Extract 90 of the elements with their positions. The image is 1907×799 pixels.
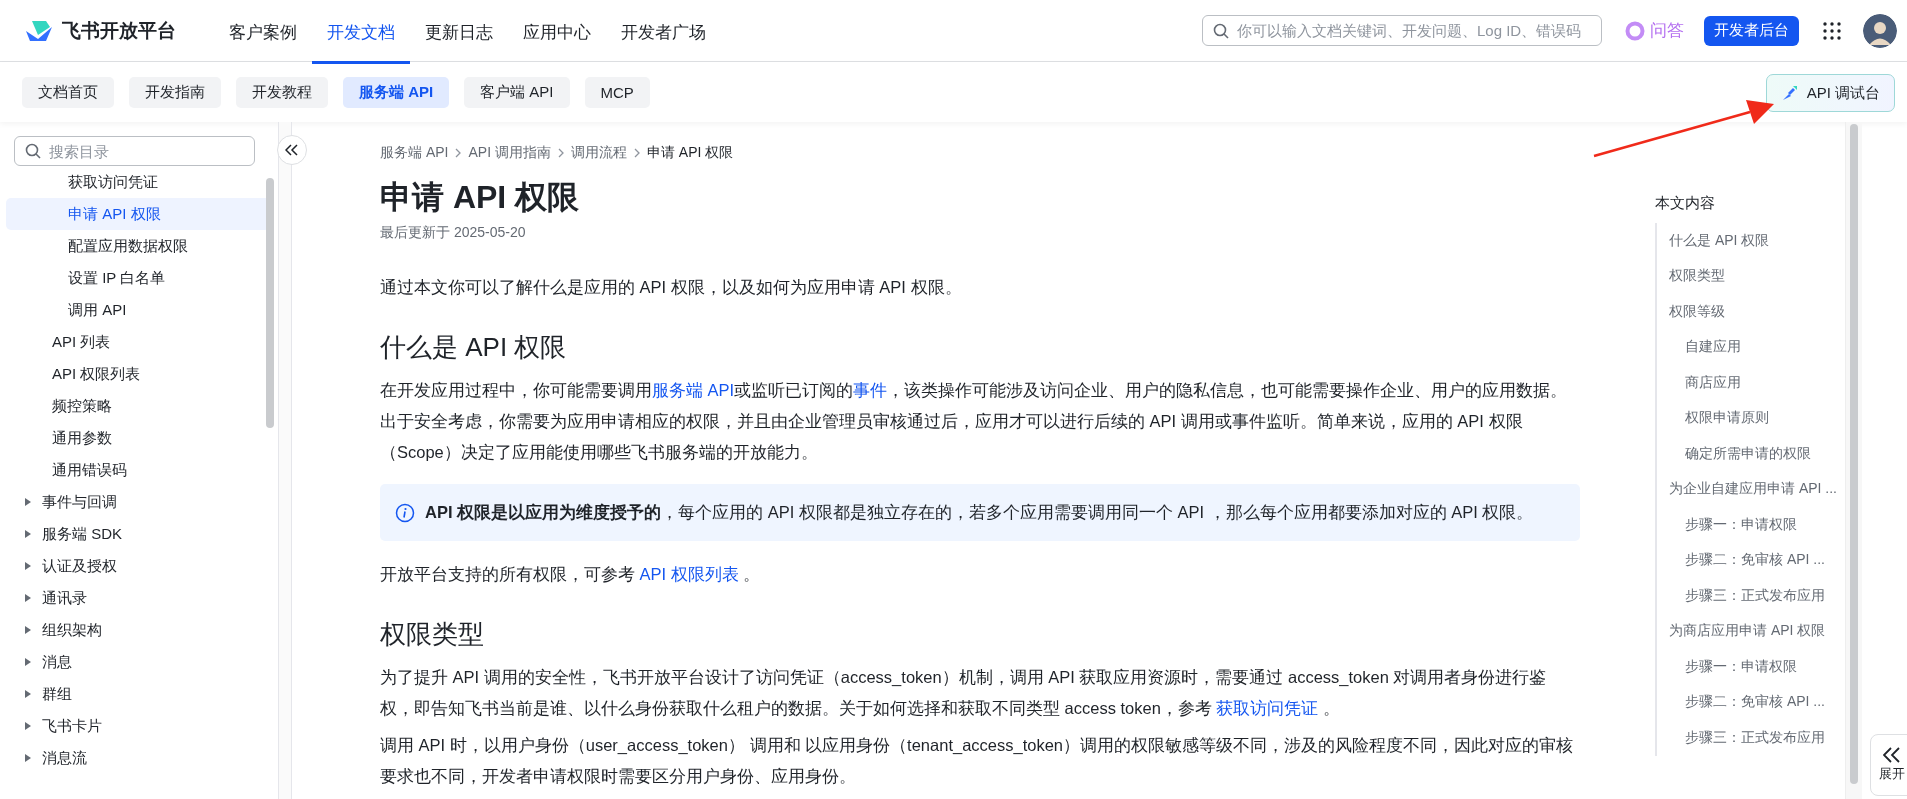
chevron-right-icon <box>454 147 463 159</box>
doc-tab[interactable]: 开发指南 <box>129 76 221 108</box>
sidebar-item[interactable]: API 列表 <box>6 326 270 358</box>
sidebar-item[interactable]: 频控策略 <box>6 390 270 422</box>
apps-grid-icon[interactable] <box>1823 21 1841 40</box>
info-icon <box>395 502 415 523</box>
double-chevron-left-icon <box>285 144 299 156</box>
section-heading: 权限类型 <box>380 618 485 651</box>
sidebar-item[interactable]: 事件与回调 <box>6 486 270 518</box>
breadcrumb-link[interactable]: API 调用指南 <box>468 144 551 162</box>
toc-link[interactable]: 什么是 API 权限 <box>1657 223 1845 259</box>
caret-right-icon[interactable] <box>24 753 32 763</box>
intro-paragraph: 通过本文你可以了解什么是应用的 API 权限，以及如何为应用申请 API 权限。 <box>380 277 963 298</box>
double-chevron-left-icon <box>1883 747 1901 763</box>
text-link[interactable]: 事件 <box>853 381 888 399</box>
body-paragraph: 开放平台支持的所有权限，可参考 API 权限列表 。 <box>380 564 762 585</box>
toc-link[interactable]: 确定所需申请的权限 <box>1657 436 1845 472</box>
breadcrumb-link[interactable]: 服务端 API <box>380 144 449 162</box>
sidebar-item[interactable]: 服务端 SDK <box>6 518 270 550</box>
text-link[interactable]: 服务端 API <box>652 381 735 399</box>
search-field[interactable]: 你可以输入文档关键词、开发问题、Log ID、错误码 <box>1202 15 1602 46</box>
toc-link[interactable]: 步骤二：免审核 API ... <box>1657 542 1845 578</box>
toc-link[interactable]: 为企业自建应用申请 API ... <box>1657 471 1845 507</box>
toc-link[interactable]: 商店应用 <box>1657 365 1845 401</box>
page-title: 申请 API 权限 <box>380 178 581 217</box>
sidebar-search-field[interactable]: 搜索目录 <box>14 136 255 166</box>
sidebar-item[interactable]: 通用错误码 <box>6 454 270 486</box>
scrollbar-thumb[interactable] <box>1850 124 1858 784</box>
doc-tab[interactable]: MCP <box>584 76 650 108</box>
body-paragraph: 在开发应用过程中，你可能需要调用服务端 API或监听已订阅的事件，该类操作可能涉及访问企业、用户的隐私信息，也可能需要操作企业、用户的应用数据。出于安全考虑，你需要为应用申请相应的权限，并且由企业管理员审核通过后，应用才可以进行后续的 API 调用或事件监听。简单来说，应用的 API 权限（Scope）决定了应用能使用哪些飞书服务端的开放能力。 <box>380 380 1569 463</box>
body-paragraph: 调用 API 时，以用户身份（user_access_token） 调用和 以应用身份（tenant_access_token）调用的权限敏感等级不同，涉及的风险程度不同，因此对应的审核要求也不同，开发者申请权限时需要区分用户身份、应用身份。 <box>380 735 1575 787</box>
sidebar-item[interactable]: 群组 <box>6 678 270 710</box>
sidebar-item[interactable]: 组织架构 <box>6 614 270 646</box>
caret-right-icon[interactable] <box>24 593 32 603</box>
sidebar-item[interactable]: API 权限列表 <box>6 358 270 390</box>
text-link[interactable]: 获取访问凭证 <box>1216 699 1319 717</box>
logo-icon[interactable] <box>24 18 54 43</box>
sidebar-item[interactable]: 消息流 <box>6 742 270 774</box>
scrollbar-thumb[interactable] <box>266 178 274 428</box>
chevron-right-icon <box>556 147 565 159</box>
toc-link[interactable]: 步骤一：申请权限 <box>1657 507 1845 543</box>
sidebar-item[interactable]: 配置应用数据权限 <box>6 230 270 262</box>
sidebar-item[interactable]: 调用 API <box>6 294 270 326</box>
nav-tab[interactable]: 应用中心 <box>508 3 606 64</box>
doc-tab[interactable]: 文档首页 <box>22 76 114 108</box>
nav-tab[interactable]: 客户案例 <box>214 3 312 64</box>
body-paragraph: 为了提升 API 调用的安全性，飞书开放平台设计了访问凭证（access_token）机制，调用 API 获取应用资源时，需要通过 access_token 对调用者身份进行鉴权，即告知飞书当前是谁、以什么身份获取什么租户的数据。关于如何选择和获取不同类型 access token，参考 获取访问凭证 。 <box>380 667 1548 719</box>
toc-link[interactable]: 权限等级 <box>1657 294 1845 330</box>
caret-right-icon[interactable] <box>24 529 32 539</box>
caret-right-icon[interactable] <box>24 497 32 507</box>
breadcrumb-link[interactable]: 申请 API 权限 <box>646 144 734 162</box>
nav-tab[interactable]: 开发者广场 <box>606 3 721 64</box>
toc-link[interactable]: 步骤三：正式发布应用 <box>1657 720 1845 756</box>
caret-right-icon[interactable] <box>24 689 32 699</box>
sidebar-item[interactable]: 认证及授权 <box>6 550 270 582</box>
sidebar-item[interactable]: 消息 <box>6 646 270 678</box>
toc-link[interactable]: 自建应用 <box>1657 329 1845 365</box>
section-heading: 什么是 API 权限 <box>380 331 568 364</box>
doc-tab[interactable]: 服务端 API <box>343 76 450 108</box>
caret-right-icon[interactable] <box>24 721 32 731</box>
toc-link[interactable]: 步骤一：申请权限 <box>1657 649 1845 685</box>
last-updated-text: 最后更新于 2025-05-20 <box>380 224 527 242</box>
caret-right-icon[interactable] <box>24 561 32 571</box>
sidebar-item[interactable]: 飞书卡片 <box>6 710 270 742</box>
toc-title: 本文内容 <box>1655 194 1716 213</box>
sidebar-item[interactable]: 通用参数 <box>6 422 270 454</box>
toc-link[interactable]: 为商店应用申请 API 权限 <box>1657 613 1845 649</box>
expand-button[interactable]: 展开 <box>1870 734 1907 796</box>
nav-tab[interactable]: 开发文档 <box>312 3 410 64</box>
doc-tab[interactable]: 客户端 API <box>464 76 570 108</box>
sidebar-item[interactable]: 设置 IP 白名单 <box>6 262 270 294</box>
sidebar-item[interactable]: 通讯录 <box>6 582 270 614</box>
caret-right-icon[interactable] <box>24 657 32 667</box>
brand-name: 飞书开放平台 <box>62 18 176 43</box>
toc-link[interactable]: 步骤二：免审核 API ... <box>1657 684 1845 720</box>
text-link[interactable]: API 权限列表 <box>639 565 739 583</box>
avatar[interactable] <box>1863 13 1897 48</box>
toc-link[interactable]: 权限申请原则 <box>1657 400 1845 436</box>
breadcrumb-link[interactable]: 调用流程 <box>570 144 627 162</box>
callout-text: API 权限是以应用为维度授予的，每个应用的 API 权限都是独立存在的，若多个应用需要调用同一个 API ，那么每个应用都要添加对应的 API 权限。 <box>425 501 1534 523</box>
caret-right-icon[interactable] <box>24 625 32 635</box>
collapse-button[interactable] <box>277 135 307 165</box>
chevron-right-icon <box>632 147 641 159</box>
toc-link[interactable]: 权限类型 <box>1657 258 1845 294</box>
doc-tab[interactable]: 开发教程 <box>236 76 328 108</box>
toc-link[interactable]: 步骤三：正式发布应用 <box>1657 578 1845 614</box>
nav-tab[interactable]: 更新日志 <box>410 3 508 64</box>
sidebar-item[interactable]: 获取访问凭证 <box>6 166 270 198</box>
api-console-button[interactable]: API 调试台 <box>1765 74 1895 112</box>
console-button[interactable]: 开发者后台 <box>1704 15 1799 46</box>
